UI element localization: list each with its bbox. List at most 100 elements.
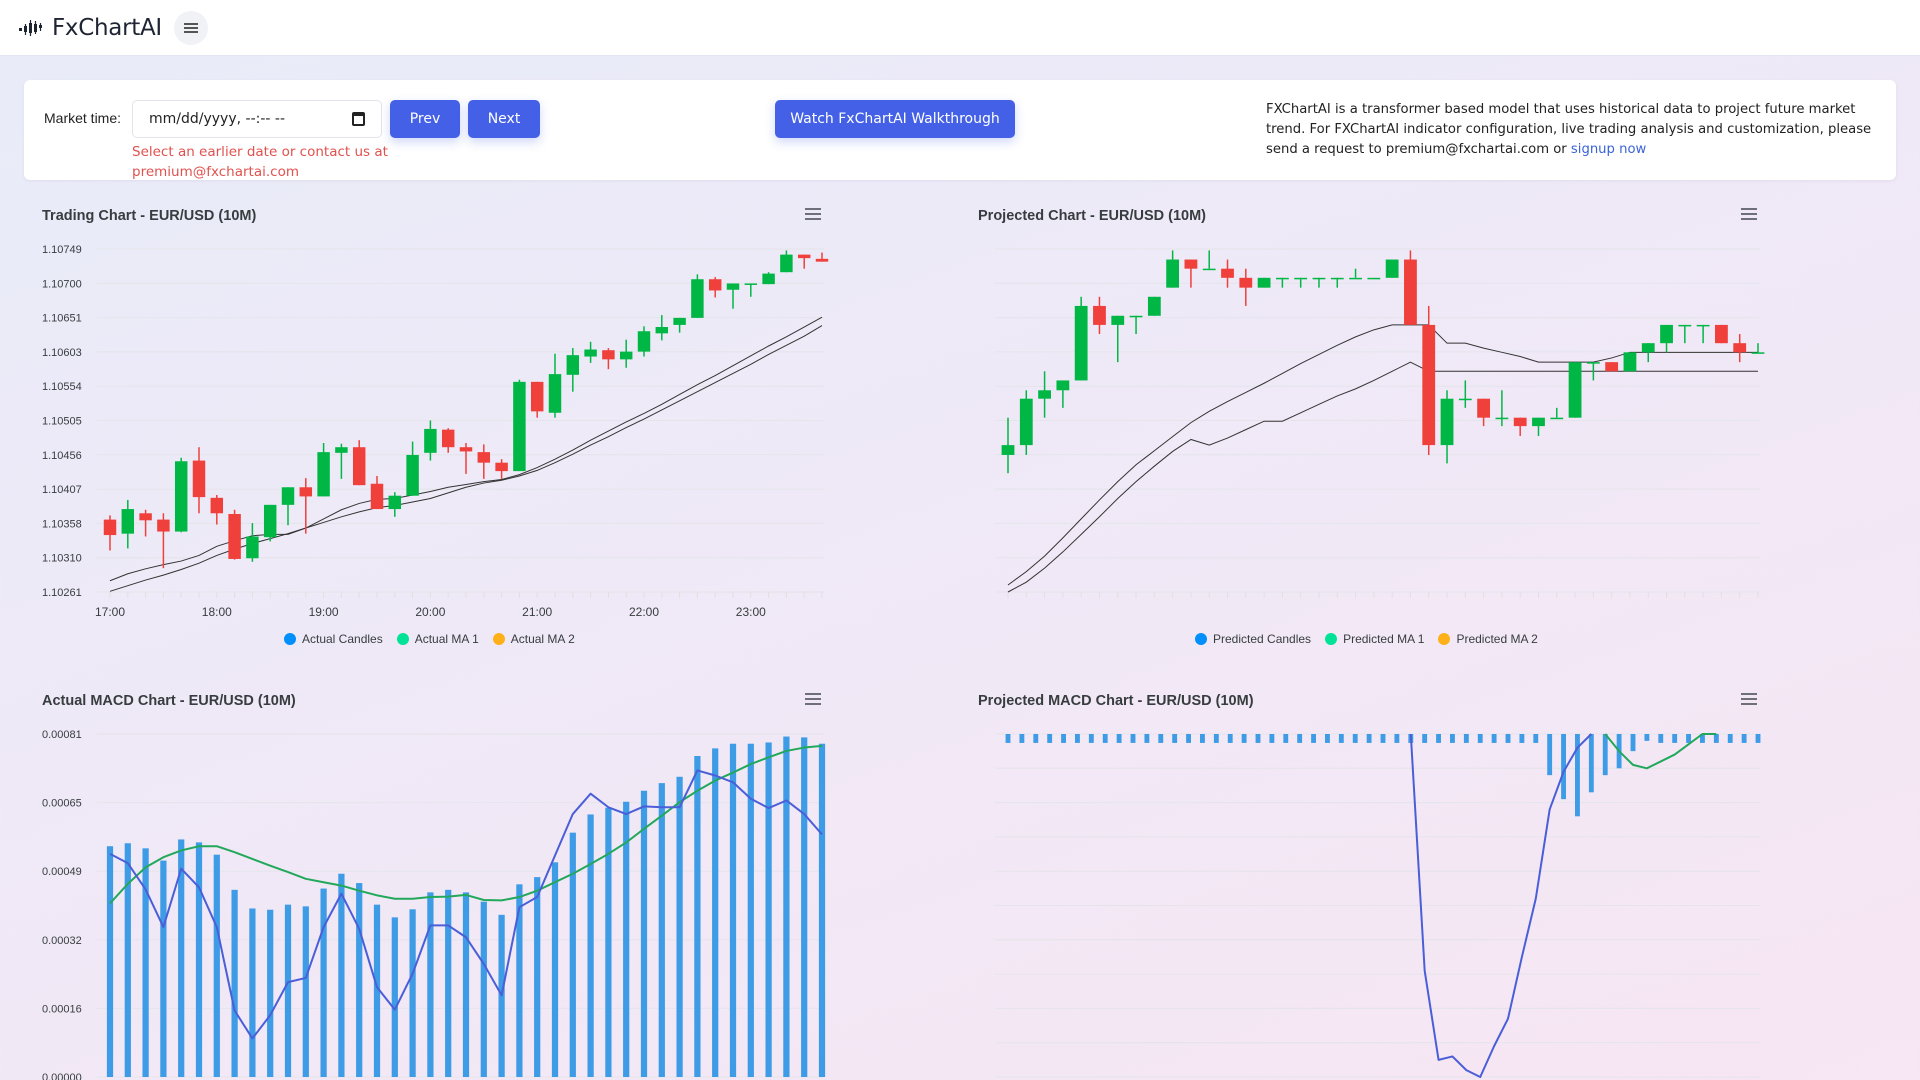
macd-histogram-bar [1116, 734, 1122, 743]
x-tick-label: 20:00 [415, 605, 445, 619]
y-tick-label: 1.10407 [42, 484, 82, 496]
trading-chart-plot: 1.10749 1.10700 1.10651 1.10603 1.10554 1.105… [42, 244, 829, 619]
candle-body [1202, 268, 1216, 271]
trading-chart-card: Trading Chart - EUR/USD (10M) 1.10749 1.1… [24, 196, 829, 656]
legend-label: Actual MA 2 [510, 632, 575, 646]
market-time-placeholder: mm/dd/yyyy, --:-- -- [149, 111, 286, 127]
macd-histogram-bar [1519, 734, 1525, 743]
candle-body [1641, 343, 1655, 353]
macd-histogram-bar [1533, 734, 1539, 743]
candle-body [1422, 324, 1436, 446]
about-description: FXChartAI is a transformer based model t… [1266, 102, 1872, 157]
candle-body [1166, 259, 1180, 288]
x-tick-label: 23:00 [736, 605, 766, 619]
macd-histogram-bar [640, 790, 648, 1077]
candle-body [1586, 362, 1600, 364]
candle-body [619, 351, 633, 360]
candle-body [1111, 315, 1125, 325]
trading-chart-legend: Actual Candles Actual MA 1 Actual MA 2 [284, 632, 575, 646]
macd-histogram-bar [818, 743, 826, 1077]
macd-histogram-bar [1325, 734, 1330, 743]
candle-body [335, 447, 348, 453]
candle-body [797, 254, 811, 259]
candle-body [602, 350, 615, 360]
chart-menu-icon[interactable] [1741, 208, 1757, 222]
candle-body [1349, 277, 1362, 280]
macd-histogram-bar [106, 846, 114, 1077]
candle-body [192, 460, 206, 498]
hamburger-menu-button[interactable] [173, 10, 208, 45]
macd-histogram-bar [195, 842, 203, 1077]
y-tick-label: 1.10310 [42, 553, 82, 565]
candle-body [1513, 417, 1527, 427]
macd-histogram-bar [427, 892, 434, 1077]
legend-predicted-candles[interactable]: Predicted Candles [1195, 632, 1311, 646]
macd-histogram-bar [1477, 734, 1483, 743]
macd-histogram-bar [1047, 734, 1053, 743]
candle-body [1330, 277, 1344, 280]
legend-dot [1325, 633, 1338, 645]
macd-histogram-bar [534, 877, 541, 1077]
macd-histogram-bar [1144, 734, 1150, 743]
legend-label: Predicted MA 2 [1456, 632, 1538, 646]
signup-link[interactable]: signup now [1571, 142, 1646, 157]
macd-histogram-bar [1283, 734, 1289, 743]
macd-histogram-bar [712, 748, 719, 1077]
walkthrough-button[interactable]: Watch FxChartAI Walkthrough [775, 100, 1015, 138]
projected-chart-card: Projected Chart - EUR/USD (10M) Predicte… [960, 196, 1780, 656]
macd-histogram-bar [1005, 734, 1011, 743]
macd-histogram-bar [551, 862, 559, 1077]
macd-histogram-bar [1255, 734, 1261, 743]
legend-actual-ma1[interactable]: Actual MA 1 [396, 632, 479, 646]
macd-histogram-bar [1436, 734, 1441, 743]
candle-body [744, 283, 758, 285]
y-tick-label: 1.10358 [42, 518, 82, 530]
calendar-icon[interactable] [352, 112, 365, 126]
candle-body [637, 331, 651, 352]
candle-body [691, 279, 704, 318]
macd-histogram-bar [765, 742, 772, 1077]
candle-body [174, 461, 188, 532]
date-warning-message: Select an earlier date or contact us at … [132, 142, 432, 182]
macd-histogram-bar [249, 908, 256, 1077]
y-tick-label: 0.00016 [42, 1003, 82, 1015]
candle-body [1294, 277, 1308, 280]
about-text: FXChartAI is a transformer based model t… [1266, 100, 1886, 160]
legend-label: Actual Candles [302, 632, 383, 646]
market-time-input[interactable]: mm/dd/yyyy, --:-- -- [132, 100, 382, 138]
macd-histogram-bar [1561, 734, 1566, 800]
chart-menu-icon[interactable] [1741, 693, 1757, 707]
x-tick-label: 17:00 [95, 605, 125, 619]
legend-actual-ma2[interactable]: Actual MA 2 [492, 632, 575, 646]
candle-body [548, 374, 562, 413]
macd-histogram-bar [338, 873, 345, 1077]
candle-body [1532, 417, 1545, 427]
macd-histogram-bar [658, 783, 665, 1077]
candle-body [1715, 324, 1728, 344]
chart-menu-icon[interactable] [805, 208, 821, 222]
macd-histogram-bar [267, 909, 274, 1077]
macd-histogram-bar [391, 917, 398, 1077]
x-tick-label: 22:00 [629, 605, 659, 619]
legend-predicted-ma1[interactable]: Predicted MA 1 [1325, 632, 1424, 646]
next-button[interactable]: Next [468, 100, 540, 138]
macd-histogram-bar [694, 756, 701, 1077]
prev-button[interactable]: Prev [390, 100, 460, 138]
chart-menu-icon[interactable] [805, 693, 821, 707]
candle-body [1184, 259, 1198, 269]
candle-body [1257, 277, 1271, 288]
macd-histogram-bar [1727, 734, 1733, 743]
macd-histogram-bar [783, 736, 790, 1077]
projected-chart-title: Projected Chart - EUR/USD (10M) [978, 208, 1207, 224]
brand[interactable]: FxChartAI [18, 15, 162, 41]
candle-body [655, 327, 669, 334]
legend-predicted-ma2[interactable]: Predicted MA 2 [1438, 632, 1538, 646]
actual-macd-plot: 0.00081 0.00065 0.00049 0.00032 0.00016 0.000… [42, 729, 826, 1080]
actual-macd-chart-card: Actual MACD Chart - EUR/USD (10M) 0.0008… [24, 681, 844, 1080]
macd-histogram-bar [729, 743, 737, 1077]
legend-label: Predicted Candles [1213, 632, 1312, 646]
candle-body [406, 454, 419, 496]
legend-dot [1195, 633, 1207, 645]
legend-actual-candles[interactable]: Actual Candles [284, 632, 383, 646]
macd-histogram-bar [1713, 734, 1719, 743]
